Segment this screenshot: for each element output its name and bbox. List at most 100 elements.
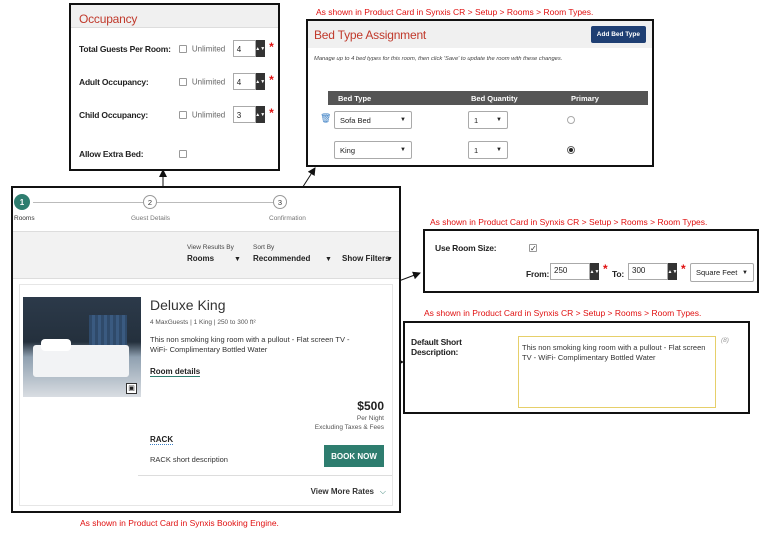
unit-select-value: Square Feet xyxy=(696,268,738,277)
column-bed-type: Bed Type xyxy=(338,94,372,103)
booking-engine-caption: As shown in Product Card in Synxis Booki… xyxy=(80,518,279,528)
adult-occupancy-value[interactable]: 4 xyxy=(232,73,256,91)
short-desc-caption: As shown in Product Card in Synxis CR > … xyxy=(424,308,702,318)
child-occupancy-label: Child Occupancy: xyxy=(79,109,149,120)
price: $500 xyxy=(357,399,384,413)
room-name[interactable]: Deluxe King xyxy=(150,297,226,313)
default-short-description-label: Default Short Description: xyxy=(411,337,462,357)
stepper-arrows-icon[interactable]: ▲▼ xyxy=(255,106,265,124)
chevron-down-icon: ▼ xyxy=(496,117,502,123)
to-stepper[interactable]: 300 ▲▼ xyxy=(628,263,677,280)
rate-name[interactable]: RACK xyxy=(150,435,174,445)
stepper-arrows-icon[interactable]: ▲▼ xyxy=(255,40,265,58)
adult-occupancy-label: Adult Occupancy: xyxy=(79,76,149,87)
use-room-size-checkbox[interactable] xyxy=(529,244,537,252)
stepper-arrows-icon[interactable]: ▲▼ xyxy=(668,263,677,280)
bed-type-select-2[interactable]: King ▼ xyxy=(334,141,412,159)
from-stepper[interactable]: 250 ▲▼ xyxy=(550,263,599,280)
required-star-icon: * xyxy=(603,262,608,276)
chevron-down-icon[interactable]: ▼ xyxy=(386,256,393,263)
room-card: ▣ Deluxe King 4 MaxGuests | 1 King | 250… xyxy=(19,284,393,506)
occupancy-row-child: Child Occupancy: Unlimited 3 ▲▼ * xyxy=(79,106,274,124)
bed-type-table-header: Bed Type Bed Quantity Primary xyxy=(328,91,648,105)
adult-unlimited-label: Unlimited xyxy=(191,77,226,87)
pillow-shape xyxy=(41,339,71,351)
occupancy-row-extra-bed: Allow Extra Bed: xyxy=(79,145,188,163)
primary-radio-2[interactable] xyxy=(567,146,575,154)
child-occupancy-stepper[interactable]: 3 ▲▼ xyxy=(232,106,265,124)
trash-icon[interactable]: 🗑 xyxy=(320,113,331,124)
occupancy-title: Occupancy xyxy=(79,12,138,26)
occupancy-row-adult: Adult Occupancy: Unlimited 4 ▲▼ * xyxy=(79,73,274,91)
bed-quantity-select-2[interactable]: 1 ▼ xyxy=(468,141,508,159)
radio-dot-icon xyxy=(569,148,573,152)
to-label: To: xyxy=(612,269,624,279)
total-guests-stepper[interactable]: 4 ▲▼ xyxy=(232,40,265,58)
step-3-label: Confirmation xyxy=(269,215,306,222)
bed-quantity-select-1-value: 1 xyxy=(474,115,479,125)
total-guests-value[interactable]: 4 xyxy=(232,40,256,58)
stepper-arrows-icon[interactable]: ▲▼ xyxy=(255,73,265,91)
required-star-icon: * xyxy=(269,106,274,120)
child-unlimited-checkbox[interactable] xyxy=(179,110,188,119)
view-more-rates-link[interactable]: View More Rates xyxy=(311,487,374,496)
step-2-label: Guest Details xyxy=(131,215,171,222)
adult-unlimited-checkbox[interactable] xyxy=(179,77,188,86)
short-description-textarea[interactable]: This non smoking king room with a pullou… xyxy=(518,336,716,408)
room-description: This non smoking king room with a pullou… xyxy=(150,335,350,354)
child-occupancy-value[interactable]: 3 xyxy=(232,106,256,124)
bed-type-title: Bed Type Assignment xyxy=(314,27,427,42)
bed-type-panel: Bed Type Assignment Add Bed Type Manage … xyxy=(306,19,654,167)
rate-description: RACK short description xyxy=(150,455,228,464)
child-unlimited-label: Unlimited xyxy=(191,110,226,120)
view-results-label: View Results By xyxy=(187,244,234,251)
total-guests-unlimited-label: Unlimited xyxy=(191,44,226,54)
required-star-icon: * xyxy=(681,262,686,276)
adult-occupancy-stepper[interactable]: 4 ▲▼ xyxy=(232,73,265,91)
room-details-link[interactable]: Room details xyxy=(150,367,201,377)
unit-select[interactable]: Square Feet ▼ xyxy=(690,263,754,282)
bed-type-select-1[interactable]: Sofa Bed ▼ xyxy=(334,111,412,129)
total-guests-label: Total Guests Per Room: xyxy=(79,43,171,54)
bed-type-select-1-value: Sofa Bed xyxy=(340,115,371,125)
short-desc-panel: Default Short Description: This non smok… xyxy=(403,321,750,414)
book-now-button[interactable]: BOOK NOW xyxy=(324,445,384,467)
show-filters-button[interactable]: Show Filters xyxy=(342,254,390,263)
column-bed-quantity: Bed Quantity xyxy=(471,94,518,103)
column-primary: Primary xyxy=(571,94,599,103)
step-2-circle[interactable]: 2 xyxy=(143,195,157,209)
chevron-down-icon[interactable]: ▼ xyxy=(325,256,332,263)
allow-extra-bed-checkbox[interactable] xyxy=(179,149,188,158)
from-value[interactable]: 250 xyxy=(550,263,590,280)
step-3-circle[interactable]: 3 xyxy=(273,195,287,209)
required-star-icon: * xyxy=(269,40,274,54)
room-meta: 4 MaxGuests | 1 King | 250 to 300 ft² xyxy=(150,319,256,326)
chevron-down-icon: ▼ xyxy=(496,147,502,153)
room-photo[interactable]: ▣ xyxy=(23,297,141,397)
view-results-value[interactable]: Rooms xyxy=(187,254,214,263)
char-counter: (8) xyxy=(721,337,729,344)
step-1-circle[interactable]: 1 xyxy=(14,194,30,210)
chevron-down-icon: ▼ xyxy=(400,147,406,153)
occupancy-row-total: Total Guests Per Room: Unlimited 4 ▲▼ * xyxy=(79,40,274,58)
sort-by-value[interactable]: Recommended xyxy=(253,254,310,263)
sort-by-label: Sort By xyxy=(253,244,275,251)
chevron-down-icon: ▼ xyxy=(400,117,406,123)
progress-line xyxy=(157,202,277,203)
gallery-icon[interactable]: ▣ xyxy=(126,383,137,394)
bed-type-caption: As shown in Product Card in Synxis CR > … xyxy=(316,7,594,17)
stepper-arrows-icon[interactable]: ▲▼ xyxy=(590,263,599,280)
step-1-label: Rooms xyxy=(14,215,35,222)
add-bed-type-button[interactable]: Add Bed Type xyxy=(590,26,646,43)
total-guests-unlimited-checkbox[interactable] xyxy=(179,44,188,53)
chevron-down-icon[interactable]: ⌵ xyxy=(380,487,386,497)
occupancy-panel: Occupancy Total Guests Per Room: Unlimit… xyxy=(69,3,280,171)
to-value[interactable]: 300 xyxy=(628,263,668,280)
bed-type-select-2-value: King xyxy=(340,145,356,155)
bed-quantity-select-1[interactable]: 1 ▼ xyxy=(468,111,508,129)
chevron-down-icon[interactable]: ▼ xyxy=(234,256,241,263)
excluding-taxes-label: Excluding Taxes & Fees xyxy=(314,424,384,431)
progress-line xyxy=(33,202,153,203)
bed-type-instructions: Manage up to 4 bed types for this room, … xyxy=(314,56,563,62)
primary-radio-1[interactable] xyxy=(567,116,575,124)
